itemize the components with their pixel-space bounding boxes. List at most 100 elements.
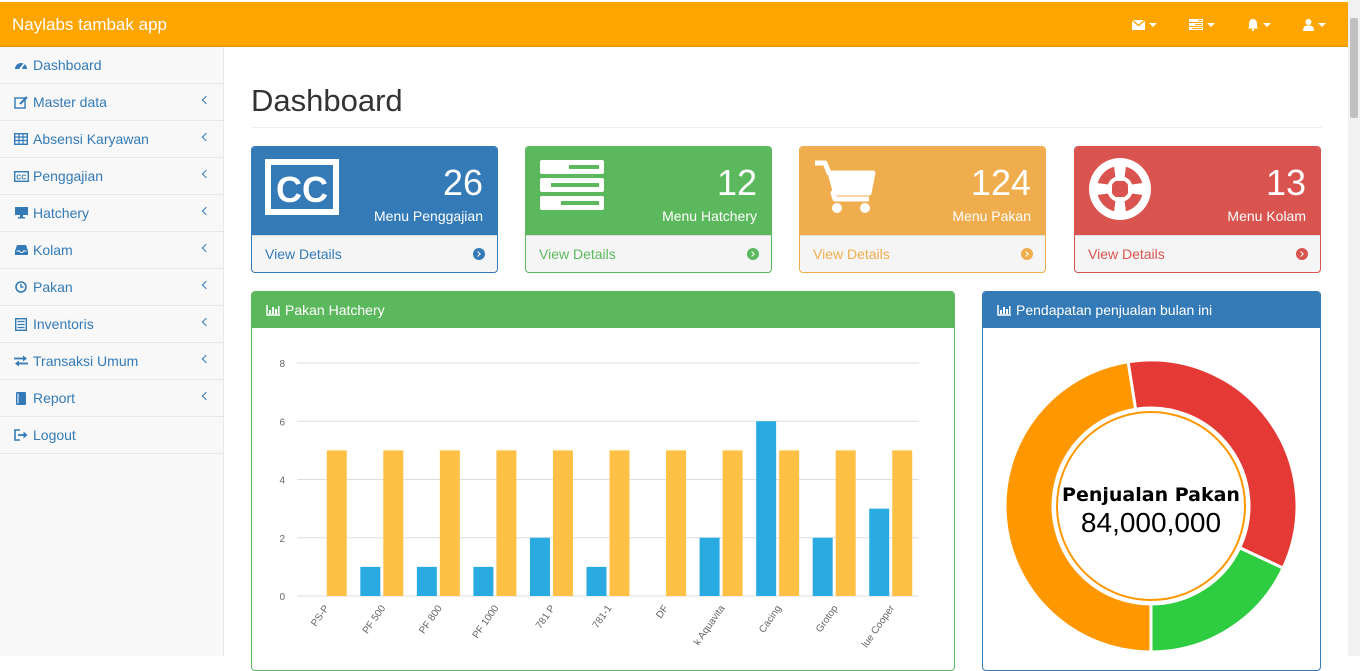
- sidebar-item-dashboard[interactable]: Dashboard: [0, 47, 223, 84]
- sidebar-item-report[interactable]: Report: [0, 380, 223, 417]
- bar-series-2[interactable]: [552, 450, 573, 596]
- sidebar-item-label: Logout: [33, 427, 76, 443]
- sidebar-item-label: Transaksi Umum: [33, 353, 139, 369]
- arrow-circle-right-icon: [1296, 248, 1308, 260]
- bar-series-1[interactable]: [586, 566, 607, 596]
- svg-text:CC: CC: [16, 174, 26, 181]
- page-title: Dashboard: [251, 83, 403, 118]
- envelope-icon: [1132, 19, 1145, 30]
- view-details-link[interactable]: View Details: [526, 235, 771, 272]
- card-heading: 12 Menu Hatchery: [526, 147, 771, 235]
- card-pakan: 124 Menu Pakan View Details: [799, 146, 1046, 273]
- caret-down-icon: [1149, 22, 1157, 27]
- user-dropdown[interactable]: [1303, 18, 1326, 31]
- sidebar-item-absensi-karyawan[interactable]: Absensi Karyawan: [0, 121, 223, 158]
- caret-down-icon: [1207, 22, 1215, 27]
- arrow-circle-right-icon: [747, 248, 759, 260]
- card-count: 124: [970, 162, 1031, 203]
- card-label: Menu Kolam: [1227, 208, 1306, 224]
- bar-series-2[interactable]: [609, 450, 630, 596]
- sidebar-item-master-data[interactable]: Master data: [0, 84, 223, 121]
- card-heading: 13 Menu Kolam: [1075, 147, 1320, 235]
- x-tick-label: k Aquavita: [692, 603, 728, 647]
- view-details-label: View Details: [813, 246, 890, 262]
- panel-pendapatan: Pendapatan penjualan bulan ini Penjualan…: [982, 291, 1321, 671]
- sidebar-item-label: Inventoris: [33, 316, 94, 332]
- caret-down-icon: [1318, 22, 1326, 27]
- bar-series-2[interactable]: [835, 450, 856, 596]
- x-tick-label: 781 P: [534, 603, 558, 631]
- card-count: 13: [1265, 162, 1306, 203]
- view-details-link[interactable]: View Details: [1075, 235, 1320, 272]
- bar-chart-icon: [997, 304, 1011, 316]
- sidebar-item-inventoris[interactable]: Inventoris: [0, 306, 223, 343]
- bar-series-1[interactable]: [529, 537, 550, 596]
- cc-icon: CC: [13, 169, 29, 183]
- view-details-label: View Details: [265, 246, 342, 262]
- view-details-link[interactable]: View Details: [800, 235, 1045, 272]
- scrollbar-thumb[interactable]: [1350, 18, 1358, 118]
- bar-series-2[interactable]: [383, 450, 404, 596]
- bar-series-1[interactable]: [473, 566, 494, 596]
- bar-series-1[interactable]: [360, 566, 381, 596]
- sidebar-item-pakan[interactable]: Pakan: [0, 269, 223, 306]
- y-tick-label: 4: [279, 476, 285, 487]
- x-tick-label: DF: [654, 603, 671, 620]
- y-tick-label: 0: [279, 592, 285, 603]
- app-brand[interactable]: Naylabs tambak app: [12, 15, 167, 35]
- card-count: 12: [716, 162, 757, 203]
- messages-dropdown[interactable]: [1132, 19, 1157, 30]
- sidebar-item-hatchery[interactable]: Hatchery: [0, 195, 223, 232]
- donut-slice-3[interactable]: [1149, 545, 1286, 654]
- arrow-circle-right-icon: [473, 248, 485, 260]
- bar-series-1[interactable]: [756, 421, 777, 596]
- bar-series-2[interactable]: [892, 450, 913, 596]
- bar-series-2[interactable]: [496, 450, 517, 596]
- tasks-dropdown[interactable]: [1189, 19, 1215, 30]
- sidebar-item-label: Pakan: [33, 279, 73, 295]
- pendapatan-donut-chart: Penjualan Pakan 84,000,000: [1003, 358, 1299, 654]
- user-icon: [1303, 18, 1314, 31]
- x-tick-label: 781-1: [591, 603, 615, 631]
- page-scrollbar[interactable]: [1348, 0, 1360, 656]
- sidebar-item-transaksi-umum[interactable]: Transaksi Umum: [0, 343, 223, 380]
- bar-series-2[interactable]: [666, 450, 687, 596]
- bar-series-2[interactable]: [779, 450, 800, 596]
- desktop-icon: [13, 206, 29, 220]
- bar-chart-icon: [266, 304, 280, 316]
- bar-series-1[interactable]: [699, 537, 720, 596]
- bar-series-1[interactable]: [812, 537, 833, 596]
- panel-title: Pendapatan penjualan bulan ini: [1016, 302, 1213, 318]
- clock-icon: [13, 280, 29, 294]
- bar-series-2[interactable]: [439, 450, 460, 596]
- sidebar-item-label: Hatchery: [33, 205, 90, 221]
- alerts-dropdown[interactable]: [1247, 18, 1271, 31]
- bar-series-2[interactable]: [326, 450, 347, 596]
- chevron-left-icon: [201, 317, 211, 327]
- cc-icon: CC: [265, 159, 339, 215]
- bar-series-2[interactable]: [722, 450, 743, 596]
- exchange-icon: [13, 354, 29, 368]
- chevron-left-icon: [201, 280, 211, 290]
- y-tick-label: 2: [279, 534, 285, 545]
- panel-pakan-hatchery: Pakan Hatchery 0 2 4 6 8 PS-P PF 500 PF 800 PF 1…: [251, 291, 955, 671]
- card-label: Menu Hatchery: [662, 208, 757, 224]
- sidebar-item-label: Master data: [33, 94, 107, 110]
- server-icon: [540, 160, 604, 210]
- card-heading: CC 26 Menu Penggajian: [252, 147, 497, 235]
- bar-series-1[interactable]: [869, 508, 890, 596]
- sidebar-item-penggajian[interactable]: CC Penggajian: [0, 158, 223, 195]
- sidebar-item-kolam[interactable]: Kolam: [0, 232, 223, 269]
- pakan-hatchery-bar-chart: 0 2 4 6 8 PS-P PF 500 PF 800 PF 1000 781 P 781-1 DF…: [279, 359, 919, 650]
- card-heading: 124 Menu Pakan: [800, 147, 1045, 235]
- chevron-left-icon: [201, 132, 211, 142]
- y-tick-label: 6: [279, 417, 285, 428]
- bar-series-1[interactable]: [416, 566, 437, 596]
- inbox-icon: [13, 243, 29, 257]
- book-icon: [13, 391, 29, 405]
- donut-center-title: Penjualan Pakan: [1062, 484, 1240, 506]
- table-icon: [13, 132, 29, 146]
- x-tick-label: lue Cooper: [860, 603, 897, 650]
- view-details-link[interactable]: View Details: [252, 235, 497, 272]
- sidebar-item-logout[interactable]: Logout: [0, 417, 223, 454]
